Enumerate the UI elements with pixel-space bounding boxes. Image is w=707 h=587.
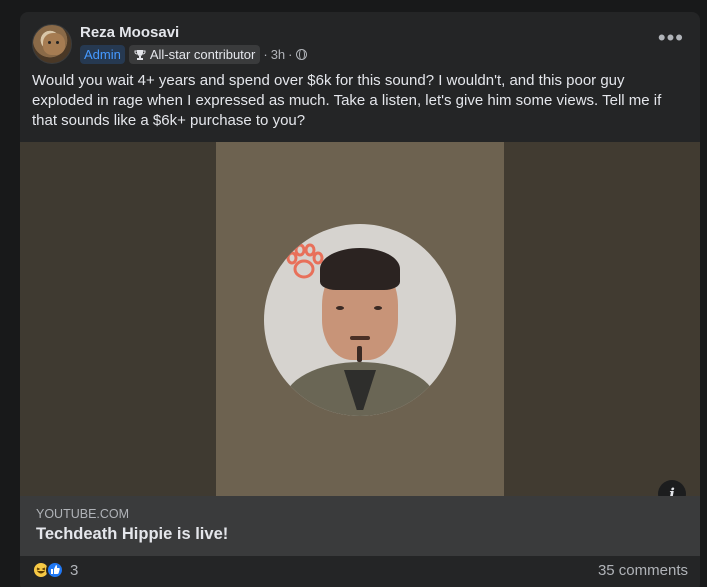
person-mustache bbox=[350, 336, 370, 340]
link-domain: YOUTUBE.COM bbox=[36, 507, 130, 521]
meta-separator: · bbox=[288, 47, 293, 62]
like-reaction-icon bbox=[46, 561, 64, 579]
author-name[interactable]: Reza Moosavi bbox=[80, 24, 179, 41]
post-card: Reza Moosavi Admin All-star contributor … bbox=[20, 12, 700, 587]
admin-badge[interactable]: Admin bbox=[80, 45, 125, 64]
meta-separator: · bbox=[263, 47, 268, 62]
trophy-icon bbox=[134, 49, 146, 60]
person-eye-left bbox=[336, 306, 344, 310]
post-text: Would you wait 4+ years and spend over $… bbox=[32, 72, 662, 129]
person-eye-right bbox=[374, 306, 382, 310]
post-footer: 3 35 comments bbox=[20, 556, 700, 587]
link-preview-image[interactable] bbox=[20, 142, 700, 496]
avatar-eye-right bbox=[56, 41, 59, 44]
person-goatee bbox=[357, 346, 362, 362]
link-title[interactable]: Techdeath Hippie is live! bbox=[36, 525, 228, 544]
avatar-dog-image bbox=[43, 33, 65, 55]
comments-count-link[interactable]: 35 comments bbox=[598, 562, 688, 579]
reaction-count: 3 bbox=[70, 561, 79, 579]
more-options-icon[interactable]: ••• bbox=[658, 27, 684, 49]
post-time[interactable]: 3h bbox=[271, 47, 285, 62]
link-preview-box[interactable]: YOUTUBE.COM Techdeath Hippie is live! bbox=[20, 496, 700, 556]
author-avatar[interactable] bbox=[32, 24, 72, 64]
globe-icon bbox=[295, 48, 307, 60]
avatar-eye-left bbox=[48, 41, 51, 44]
media-background-right bbox=[504, 142, 700, 496]
reactions-summary[interactable]: 3 bbox=[32, 561, 78, 579]
person-hair bbox=[320, 248, 400, 290]
allstar-badge-label: All-star contributor bbox=[149, 47, 256, 62]
channel-avatar bbox=[264, 224, 456, 416]
post-header: Reza Moosavi Admin All-star contributor … bbox=[32, 24, 688, 68]
post-meta: Admin All-star contributor · 3h · bbox=[80, 45, 307, 64]
media-background-left bbox=[20, 142, 216, 496]
allstar-badge[interactable]: All-star contributor bbox=[128, 45, 261, 64]
